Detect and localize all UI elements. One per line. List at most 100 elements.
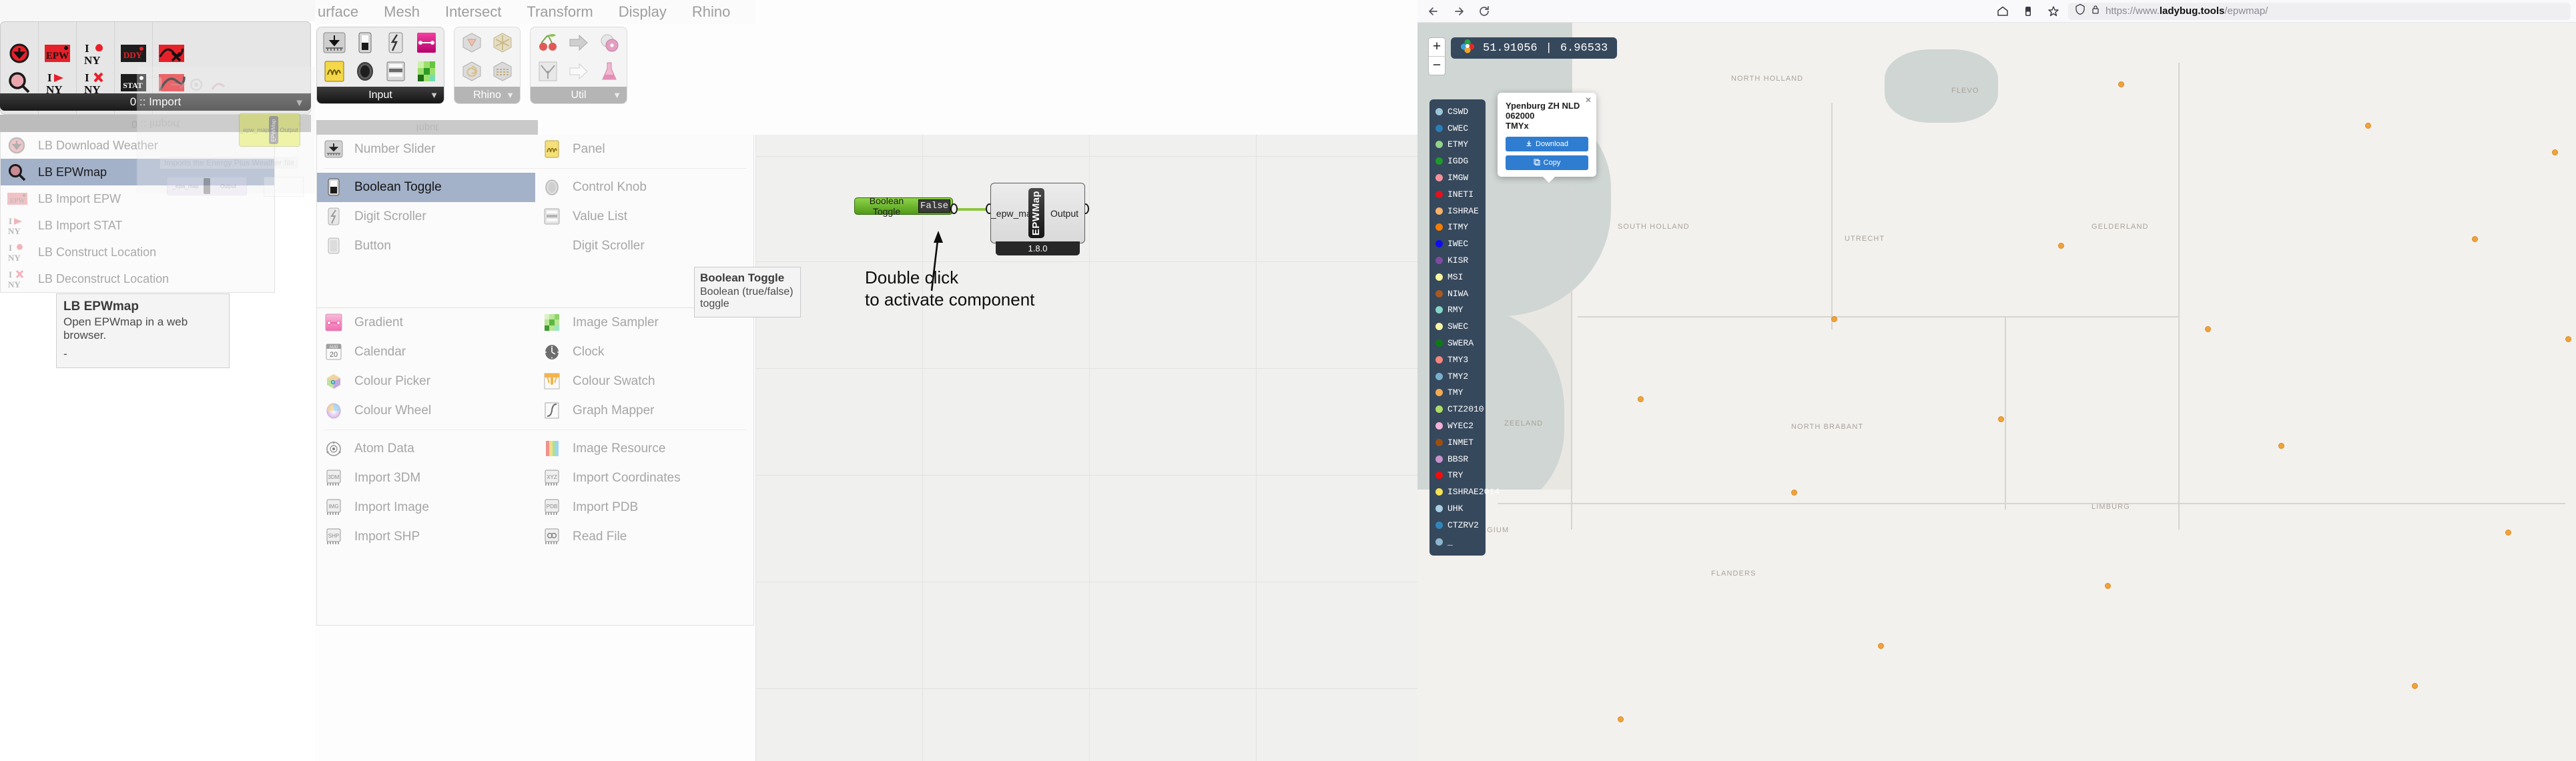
number-slider-icon[interactable]: [321, 30, 348, 55]
reload-icon[interactable]: [1474, 1, 1495, 21]
menu-item-value-list[interactable]: Value List: [535, 202, 753, 231]
menu-item-colour-swatch[interactable]: Colour Swatch: [535, 367, 753, 396]
download-weather-icon[interactable]: [5, 40, 34, 67]
arrow-right-outline-icon[interactable]: [565, 59, 592, 84]
mesh-icon[interactable]: [489, 30, 516, 55]
gradient-icon[interactable]: [413, 30, 440, 55]
address-bar[interactable]: https://www.ladybug.tools/epwmap/: [2068, 2, 2571, 20]
list-item-lb-import-stat[interactable]: I NY LB Import STAT: [1, 212, 274, 239]
legend-item[interactable]: IWEC: [1429, 235, 1486, 252]
legend-item[interactable]: NIWA: [1429, 285, 1486, 302]
legend-item[interactable]: CTZRV2: [1429, 517, 1486, 534]
menu-mesh[interactable]: Mesh: [384, 3, 420, 21]
menu-item-digit-scroller[interactable]: Digit Scroller: [317, 202, 535, 231]
menu-item-button[interactable]: Button: [317, 231, 535, 261]
image-sampler-icon[interactable]: [413, 59, 440, 84]
legend-item[interactable]: CTZ2010: [1429, 401, 1486, 418]
legend-item[interactable]: IGDG: [1429, 153, 1486, 169]
geometry-icon[interactable]: [458, 30, 485, 55]
boolean-toggle-icon[interactable]: [352, 30, 378, 55]
legend-item[interactable]: CSWD: [1429, 103, 1486, 120]
flask-icon[interactable]: [596, 59, 623, 84]
legend-item[interactable]: ISHRAE: [1429, 203, 1486, 219]
legend-item[interactable]: ISHRAE2014: [1429, 484, 1500, 500]
legend-item[interactable]: TRY: [1429, 468, 1486, 484]
legend-item[interactable]: SWERA: [1429, 335, 1486, 351]
legend-item[interactable]: INETI: [1429, 186, 1486, 203]
menu-item-import-shp[interactable]: SHP Import SHP: [317, 522, 535, 552]
epwmap-component[interactable]: _epw_map EPWMap Output: [990, 183, 1085, 243]
legend-item[interactable]: _: [1429, 534, 1486, 550]
legend-item[interactable]: RMY: [1429, 302, 1486, 319]
menu-item-read-file[interactable]: Read File: [535, 522, 753, 552]
menu-intersect[interactable]: Intersect: [445, 3, 501, 21]
legend-item[interactable]: SWEC: [1429, 318, 1486, 335]
disc-icon[interactable]: [596, 30, 623, 55]
toolbar-util[interactable]: Util ▼: [530, 27, 627, 104]
menu-item-boolean-toggle[interactable]: Boolean Toggle: [317, 173, 535, 202]
chevron-down-icon[interactable]: ▼: [506, 87, 515, 103]
list-item-lb-construct-location[interactable]: I NY LB Construct Location: [1, 239, 274, 265]
menu-item-clock[interactable]: Clock: [535, 337, 753, 367]
digit-scroller-icon[interactable]: [382, 30, 409, 55]
legend-item[interactable]: BBSR: [1429, 451, 1486, 468]
menu-item-import-3dm[interactable]: 3DM Import 3DM: [317, 464, 535, 493]
boolean-toggle-node[interactable]: Boolean Toggle False: [854, 195, 953, 217]
legend-item[interactable]: CWEC: [1429, 120, 1486, 137]
menu-item-panel[interactable]: Panel: [535, 135, 753, 164]
epwmap-map[interactable]: NORTH HOLLAND FLEVO SOUTH HOLLAND UTRECH…: [1417, 23, 2576, 761]
menu-item-graph-mapper[interactable]: Graph Mapper: [535, 396, 753, 426]
legend-item[interactable]: KISR: [1429, 252, 1486, 269]
chevron-down-icon[interactable]: ▼: [430, 87, 438, 103]
menu-item-digit-scroller-2[interactable]: Digit Scroller: [535, 231, 753, 261]
chevron-down-icon[interactable]: ▼: [613, 87, 621, 103]
arrow-right-icon[interactable]: [565, 30, 592, 55]
toggle-output-port[interactable]: [950, 203, 958, 214]
menu-item-colour-picker[interactable]: Colour Picker: [317, 367, 535, 396]
menu-item-import-pdb[interactable]: PDB Import PDB: [535, 493, 753, 522]
menu-item-control-knob[interactable]: Control Knob: [535, 173, 753, 202]
component-nib[interactable]: EPWMap: [1028, 188, 1044, 238]
search-epwmap-icon[interactable]: [5, 69, 34, 96]
menu-item-import-coordinates[interactable]: XYZ Import Coordinates: [535, 464, 753, 493]
menu-item-number-slider[interactable]: Number Slider: [317, 135, 535, 164]
home-icon[interactable]: [1992, 1, 2013, 21]
zoom-out-button[interactable]: −: [1429, 57, 1445, 75]
boolean-toggle-value[interactable]: False: [918, 199, 950, 213]
forward-icon[interactable]: [1448, 1, 1470, 21]
legend-item[interactable]: MSI: [1429, 269, 1486, 285]
cherries-icon[interactable]: [535, 30, 561, 55]
legend-item[interactable]: ETMY: [1429, 137, 1486, 153]
legend-item[interactable]: INMET: [1429, 434, 1486, 451]
bookmark-icon[interactable]: [2043, 1, 2064, 21]
toolbar-util-label[interactable]: Util ▼: [531, 87, 627, 103]
menu-item-gradient[interactable]: Gradient: [317, 308, 535, 337]
control-knob-icon[interactable]: [352, 59, 378, 84]
legend-item[interactable]: IMGW: [1429, 169, 1486, 186]
menu-item-image-resource[interactable]: Image Resource: [535, 434, 753, 464]
i-love-ny-icon[interactable]: I NY: [81, 40, 110, 67]
menu-item-import-image[interactable]: IMG Import Image: [317, 493, 535, 522]
legend-item[interactable]: TMY: [1429, 385, 1486, 402]
menu-item-calendar[interactable]: AUG 20 Calendar: [317, 337, 535, 367]
menu-display[interactable]: Display: [619, 3, 667, 21]
spiral-icon[interactable]: [458, 59, 485, 84]
close-icon[interactable]: ✕: [1585, 95, 1592, 105]
toolbar-input-label[interactable]: Input ▼: [317, 87, 444, 103]
analysis-period-icon[interactable]: [157, 40, 186, 67]
import-arrow-icon[interactable]: I NY: [43, 69, 72, 96]
back-icon[interactable]: [1423, 1, 1444, 21]
menu-transform[interactable]: Transform: [527, 3, 593, 21]
tree-icon[interactable]: [535, 59, 561, 84]
zoom-in-button[interactable]: +: [1429, 38, 1445, 56]
menu-item-atom-data[interactable]: Atom Data: [317, 434, 535, 464]
i-x-ny-icon[interactable]: I NY: [81, 69, 110, 96]
toolbar-input[interactable]: Input ▼: [316, 27, 444, 104]
value-list-icon[interactable]: [382, 59, 409, 84]
panel-icon[interactable]: [321, 59, 348, 84]
menu-rhino[interactable]: Rhino: [692, 3, 730, 21]
grasshopper-canvas[interactable]: Boolean Toggle False _epw_map EPWMap Out…: [755, 135, 1417, 761]
section-icon[interactable]: [489, 59, 516, 84]
extension-icon[interactable]: [2017, 1, 2039, 21]
epw-import-icon[interactable]: EPW: [43, 40, 72, 67]
